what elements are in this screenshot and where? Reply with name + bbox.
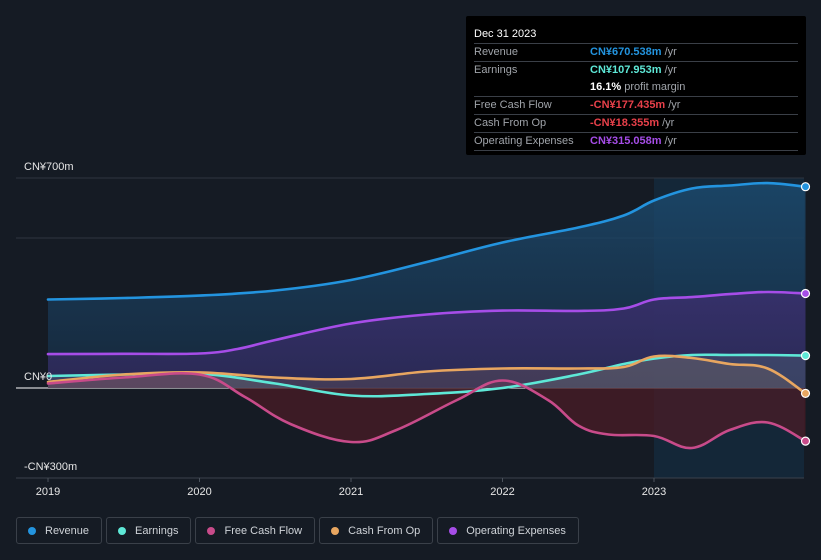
legend-dot-icon (331, 526, 340, 535)
legend-label: Free Cash Flow (224, 524, 303, 537)
x-tick-label: 2022 (490, 486, 514, 498)
legend-dot-icon (449, 526, 458, 535)
legend-item-free-cash-flow[interactable]: Free Cash Flow (195, 517, 316, 544)
tooltip-value: 16.1% (590, 81, 622, 93)
tooltip-row: Cash From Op -CN¥18.355m/yr (474, 115, 798, 133)
tooltip-unit: profit margin (624, 81, 686, 93)
tooltip-value: CN¥670.538m (590, 46, 662, 58)
legend-item-revenue[interactable]: Revenue (16, 517, 103, 544)
tooltip-unit: /yr (664, 46, 677, 58)
tooltip-value: CN¥107.953m (590, 64, 662, 76)
x-tick-label: 2019 (36, 486, 60, 498)
legend-item-operating-expenses[interactable]: Operating Expenses (437, 517, 579, 544)
tooltip-unit: /yr (664, 135, 677, 147)
tooltip-row: Revenue CN¥670.538m/yr (474, 44, 798, 62)
tooltip-value: -CN¥18.355m (590, 117, 660, 129)
tooltip-label: Earnings (474, 64, 518, 76)
tooltip-label: Operating Expenses (474, 135, 574, 147)
legend-dot-icon (118, 526, 127, 535)
tooltip-row: Earnings CN¥107.953m/yr (474, 62, 798, 79)
revenue-endpoint (800, 182, 811, 192)
legend-item-cash-from-op[interactable]: Cash From Op (319, 517, 434, 544)
legend-label: Earnings (135, 524, 179, 537)
y-tick-label: CN¥0 (24, 371, 52, 383)
tooltip-panel: Dec 31 2023 Revenue CN¥670.538m/yr Earning… (466, 16, 806, 155)
tooltip-row: 16.1% profit margin (474, 79, 798, 97)
tooltip-value: -CN¥177.435m (590, 99, 666, 111)
tooltip-row: Free Cash Flow -CN¥177.435m/yr (474, 97, 798, 115)
y-tick-label: CN¥700m (24, 161, 74, 173)
legend-item-earnings[interactable]: Earnings (106, 517, 192, 544)
y-tick-label: -CN¥300m (24, 461, 77, 473)
tooltip-value: CN¥315.058m (590, 135, 662, 147)
operating-expenses-endpoint (800, 288, 811, 299)
legend-label: Cash From Op (348, 524, 421, 537)
legend-dot-icon (28, 526, 36, 535)
x-tick-label: 2021 (339, 486, 363, 498)
tooltip-unit: /yr (668, 99, 681, 111)
tooltip-unit: /yr (664, 64, 677, 76)
tooltip-label: Free Cash Flow (474, 99, 552, 111)
legend: Revenue Earnings Free Cash Flow Cash From O… (16, 517, 579, 544)
earnings-endpoint (800, 351, 811, 361)
legend-label: Revenue (45, 524, 90, 537)
free-cash-flow-endpoint (800, 436, 811, 446)
legend-dot-icon (207, 526, 216, 535)
tooltip-date: Dec 31 2023 (474, 26, 798, 44)
x-tick-label: 2023 (642, 486, 666, 498)
tooltip-row: Operating Expenses CN¥315.058m/yr (474, 133, 798, 151)
tooltip-label (474, 79, 590, 96)
tooltip-label: Revenue (474, 46, 519, 58)
x-tick-label: 2020 (187, 486, 211, 498)
tooltip-unit: /yr (662, 117, 675, 129)
cash-from-op-endpoint (800, 388, 811, 398)
tooltip-label: Cash From Op (474, 117, 547, 129)
legend-label: Operating Expenses (466, 524, 566, 537)
